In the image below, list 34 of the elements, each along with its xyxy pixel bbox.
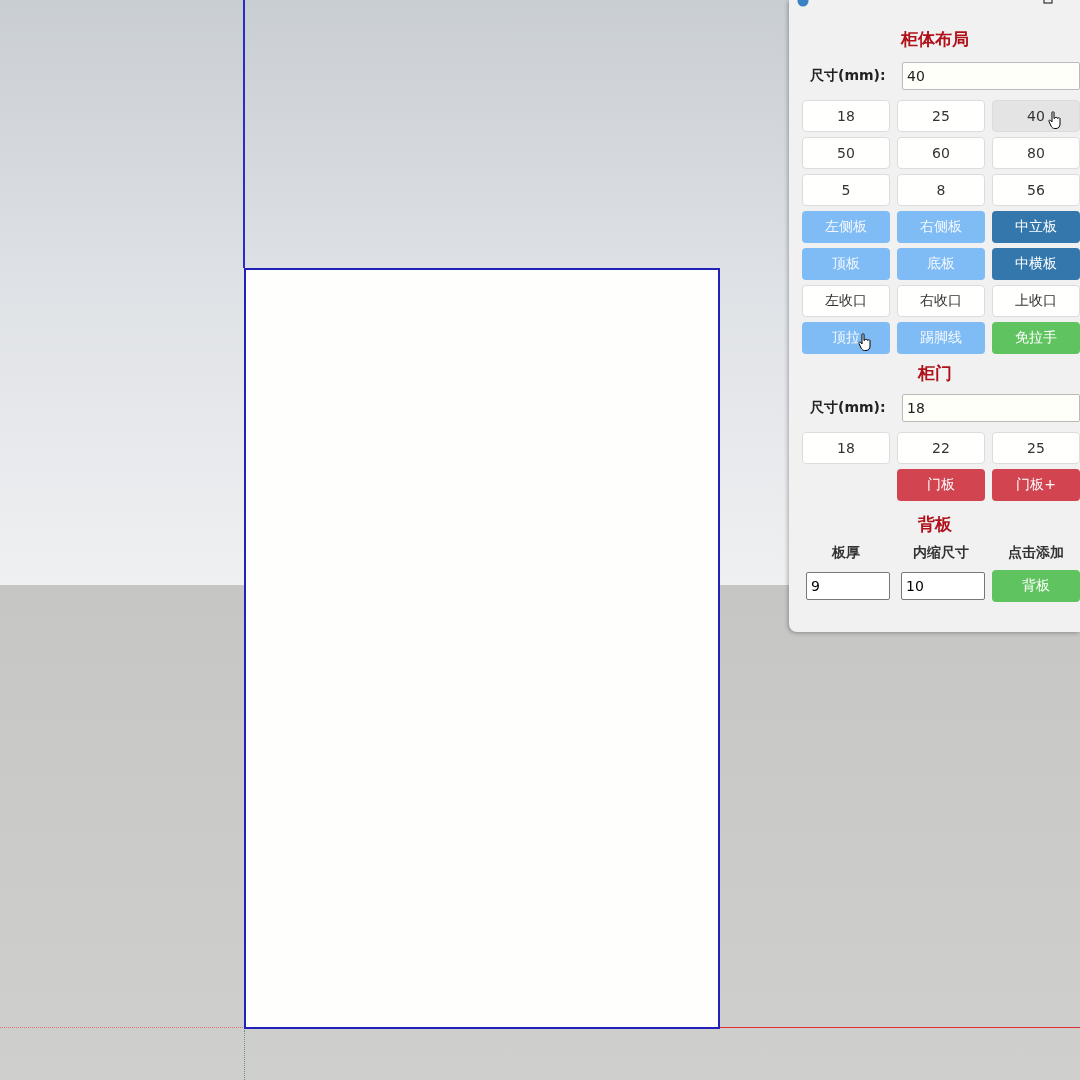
preset-button[interactable]: 上收口 [992,285,1080,317]
section-title: 柜门 [916,362,953,385]
globe-icon [797,0,809,8]
preset-button[interactable]: 25 [897,100,985,132]
size-label: 尺寸(mm): [809,67,887,85]
column-label: 内缩尺寸 [912,544,970,562]
section-title: 背板 [916,513,953,536]
preset-button[interactable]: 40 [992,100,1080,132]
size-field[interactable]: 18 [902,394,1080,422]
preset-button[interactable]: 80 [992,137,1080,169]
size-label: 尺寸(mm): [809,399,887,417]
preset-button[interactable]: 中立板 [992,211,1080,243]
thickness-field[interactable]: 9 [806,572,890,600]
size-field[interactable]: 40 [902,62,1080,90]
preset-button[interactable]: 18 [802,432,890,464]
preset-button[interactable]: 18 [802,100,890,132]
preset-button[interactable]: 中横板 [992,248,1080,280]
preset-button[interactable]: 左收口 [802,285,890,317]
preset-button[interactable]: 60 [897,137,985,169]
maximize-icon[interactable] [1043,0,1053,4]
preset-button[interactable]: 25 [992,432,1080,464]
preset-button[interactable]: 56 [992,174,1080,206]
section-title: 柜体布局 [899,28,970,51]
column-label: 点击添加 [1007,544,1065,562]
column-label: 板厚 [831,544,861,562]
inset-field[interactable]: 10 [901,572,985,600]
preset-button[interactable]: 门板 [897,469,985,501]
preset-button[interactable]: 50 [802,137,890,169]
preset-button[interactable]: 8 [897,174,985,206]
preset-button[interactable]: 22 [897,432,985,464]
preset-button[interactable]: 5 [802,174,890,206]
axis-line [244,1030,245,1080]
preset-button[interactable]: 右收口 [897,285,985,317]
preset-button[interactable]: 门板+ [992,469,1080,501]
